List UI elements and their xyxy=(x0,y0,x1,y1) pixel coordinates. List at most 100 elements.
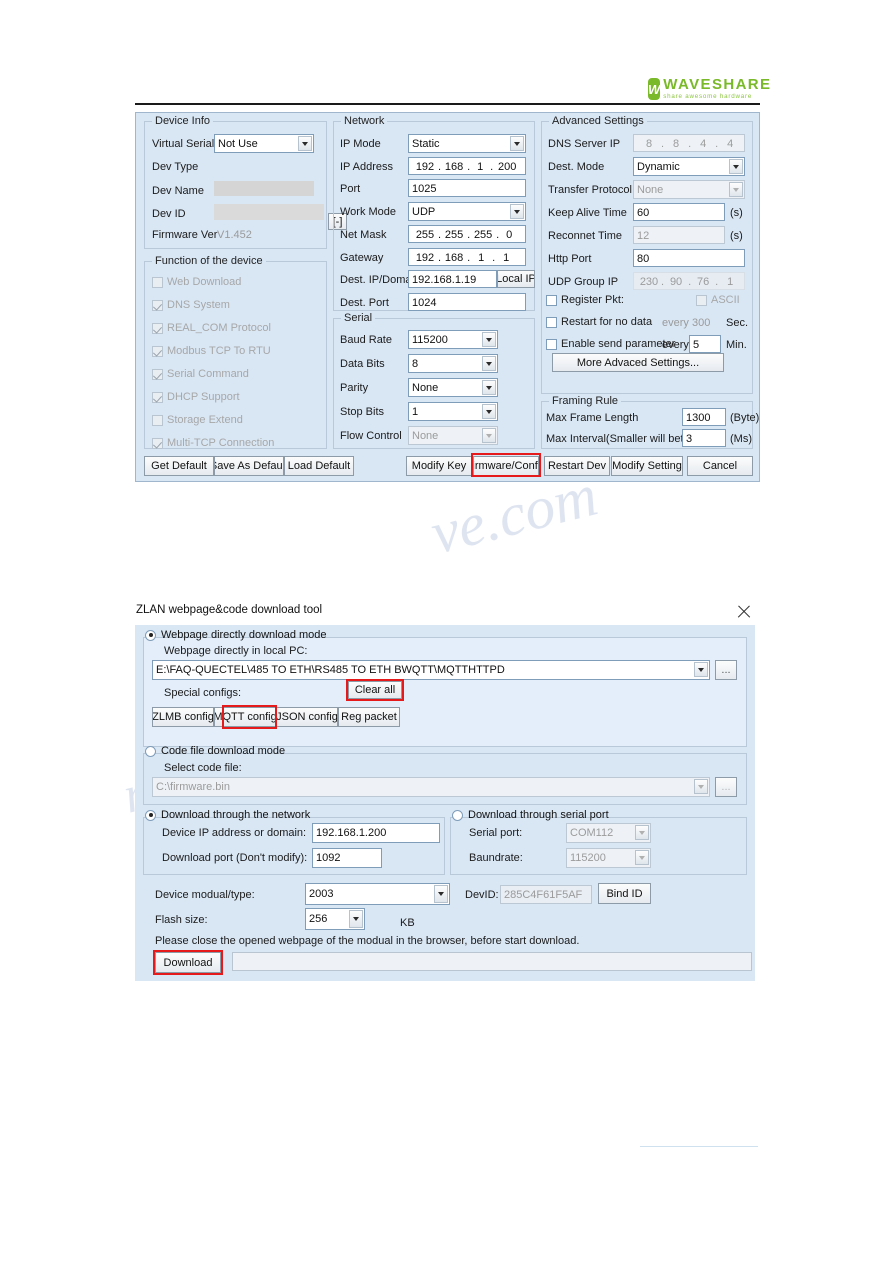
checkbox-register-pkt[interactable]: Register Pkt: xyxy=(546,294,624,306)
work-mode-combo[interactable]: UDP xyxy=(408,202,526,221)
send-param-field[interactable]: 5 xyxy=(689,335,721,353)
checkbox-web-download[interactable]: Web Download xyxy=(152,276,241,288)
get-default-button[interactable]: Get Default xyxy=(144,456,214,476)
flow-control-combo[interactable]: None xyxy=(408,426,498,445)
chevron-down-icon[interactable] xyxy=(482,332,496,347)
modify-setting-button[interactable]: Modify Setting xyxy=(611,456,683,476)
net-mask-label: Net Mask xyxy=(340,229,387,241)
ip-address-field[interactable]: 192. 168. 1. 200 xyxy=(408,157,526,175)
dest-mode-combo[interactable]: Dynamic xyxy=(633,157,745,176)
checkbox-real-com-protocol[interactable]: REAL_COM Protocol xyxy=(152,322,271,334)
device-modual-type-combo[interactable]: 2003 xyxy=(305,883,450,905)
baud-rate-label: Baud Rate xyxy=(340,334,392,346)
restart-dev-button[interactable]: Restart Dev xyxy=(544,456,610,476)
cancel-button[interactable]: Cancel xyxy=(687,456,753,476)
close-icon[interactable] xyxy=(736,604,752,620)
dns-server-label: DNS Server IP xyxy=(548,138,621,150)
checkbox-ascii[interactable]: ASCII xyxy=(696,294,740,306)
keep-alive-field[interactable]: 60 xyxy=(633,203,725,221)
transfer-protocol-combo[interactable]: None xyxy=(633,180,745,199)
more-advanced-settings-button[interactable]: More Advaced Settings... xyxy=(552,353,724,372)
restart-value: 300 xyxy=(692,317,711,329)
code-file-browse-button[interactable]: ... xyxy=(715,777,737,797)
serial-legend: Serial xyxy=(341,312,376,324)
chevron-down-icon[interactable] xyxy=(510,136,524,151)
checkbox-storage-extend[interactable]: Storage Extend xyxy=(152,414,243,426)
dest-ip-field[interactable]: 192.168.1.19 xyxy=(408,270,497,288)
firmware-ver-value: V1.452 xyxy=(217,229,252,241)
webpage-browse-button[interactable]: ... xyxy=(715,660,737,680)
stop-bits-combo[interactable]: 1 xyxy=(408,402,498,421)
modify-key-button[interactable]: Modify Key xyxy=(406,456,472,476)
load-default-button[interactable]: Load Default xyxy=(284,456,354,476)
radio-code-mode[interactable]: Code file download mode xyxy=(145,745,285,757)
mqtt-config-button[interactable]: MQTT config xyxy=(214,707,276,727)
chevron-down-icon[interactable] xyxy=(729,182,743,197)
radio-download-serial[interactable]: Download through serial port xyxy=(452,809,609,821)
clear-all-button[interactable]: Clear all xyxy=(348,681,402,699)
chevron-down-icon[interactable] xyxy=(298,136,312,151)
chevron-down-icon[interactable] xyxy=(729,159,743,174)
reg-packet-button[interactable]: Reg packet xyxy=(338,707,400,727)
max-frame-length-field[interactable]: 1300 xyxy=(682,408,726,426)
webpage-path-combo[interactable]: E:\FAQ-QUECTEL\485 TO ETH\RS485 TO ETH B… xyxy=(152,660,710,680)
port-field[interactable]: 1025 xyxy=(408,179,526,197)
checkbox-dhcp-support[interactable]: DHCP Support xyxy=(152,391,240,403)
dest-port-field[interactable]: 1024 xyxy=(408,293,526,311)
dns-server-field[interactable]: 8.8.4.4 xyxy=(633,134,745,152)
local-ip-button[interactable]: Local IP xyxy=(497,270,535,288)
chevron-down-icon[interactable] xyxy=(349,910,363,928)
download-port-label: Download port (Don't modify): xyxy=(162,852,308,864)
http-port-field[interactable]: 80 xyxy=(633,249,745,267)
bind-id-button[interactable]: Bind ID xyxy=(598,883,651,904)
parity-combo[interactable]: None xyxy=(408,378,498,397)
gateway-label: Gateway xyxy=(340,252,384,264)
flash-size-combo[interactable]: 256 xyxy=(305,908,365,930)
checkbox-box-icon xyxy=(152,437,163,449)
json-config-button[interactable]: JSON config xyxy=(276,707,338,727)
baud-rate-combo[interactable]: 115200 xyxy=(408,330,498,349)
chevron-down-icon[interactable] xyxy=(482,356,496,371)
checkbox-dns-system[interactable]: DNS System xyxy=(152,299,230,311)
checkbox-modbus-tcp-to-rtu[interactable]: Modbus TCP To RTU xyxy=(152,345,271,357)
net-mask-field[interactable]: 255. 255. 255. 0 xyxy=(408,225,526,243)
download-port-field[interactable]: 1092 xyxy=(312,848,382,868)
chevron-down-icon[interactable] xyxy=(635,850,649,865)
radio-dot-icon xyxy=(145,745,156,757)
save-as-default-button[interactable]: Save As Default xyxy=(214,456,284,476)
data-bits-combo[interactable]: 8 xyxy=(408,354,498,373)
chevron-down-icon[interactable] xyxy=(510,204,524,219)
chevron-down-icon[interactable] xyxy=(694,662,708,677)
serial-port-combo[interactable]: COM112 xyxy=(566,823,651,843)
max-interval-field[interactable]: 3 xyxy=(682,429,726,447)
chevron-down-icon[interactable] xyxy=(635,825,649,840)
checkbox-multi-tcp-connection[interactable]: Multi-TCP Connection xyxy=(152,437,274,449)
devid-field[interactable]: 285C4F61F5AF xyxy=(500,885,592,904)
checkbox-box-icon xyxy=(152,276,163,288)
chevron-down-icon[interactable] xyxy=(482,404,496,419)
firmware-config-button[interactable]: Firmware/Config xyxy=(473,456,539,476)
chevron-down-icon[interactable] xyxy=(482,380,496,395)
zlmb-config-button[interactable]: ZLMB config xyxy=(152,707,214,727)
ip-mode-combo[interactable]: Static xyxy=(408,134,526,153)
code-file-combo[interactable]: C:\firmware.bin xyxy=(152,777,710,797)
checkbox-box-icon xyxy=(152,391,163,403)
checkbox-serial-command[interactable]: Serial Command xyxy=(152,368,249,380)
restart-every-label: every xyxy=(662,317,689,329)
chevron-down-icon[interactable] xyxy=(482,428,496,443)
radio-webpage-mode[interactable]: Webpage directly download mode xyxy=(145,629,327,641)
device-ip-field[interactable]: 192.168.1.200 xyxy=(312,823,440,843)
baundrate-combo[interactable]: 115200 xyxy=(566,848,651,868)
checkbox-enable-send-parameter[interactable]: Enable send parameter xyxy=(546,338,675,350)
download-button[interactable]: Download xyxy=(155,952,221,973)
radio-download-network[interactable]: Download through the network xyxy=(145,809,310,821)
chevron-down-icon[interactable] xyxy=(434,885,448,903)
flash-size-unit: KB xyxy=(400,917,415,929)
reconnet-time-field[interactable]: 12 xyxy=(633,226,725,244)
checkbox-restart-no-data[interactable]: Restart for no data xyxy=(546,316,652,328)
virtual-serial-combo[interactable]: Not Use xyxy=(214,134,314,153)
gateway-field[interactable]: 192. 168. 1. 1 xyxy=(408,248,526,266)
udp-group-ip-field[interactable]: 230. 90. 76. 1 xyxy=(633,272,745,290)
framing-rule-legend: Framing Rule xyxy=(549,395,622,407)
chevron-down-icon[interactable] xyxy=(694,779,708,794)
